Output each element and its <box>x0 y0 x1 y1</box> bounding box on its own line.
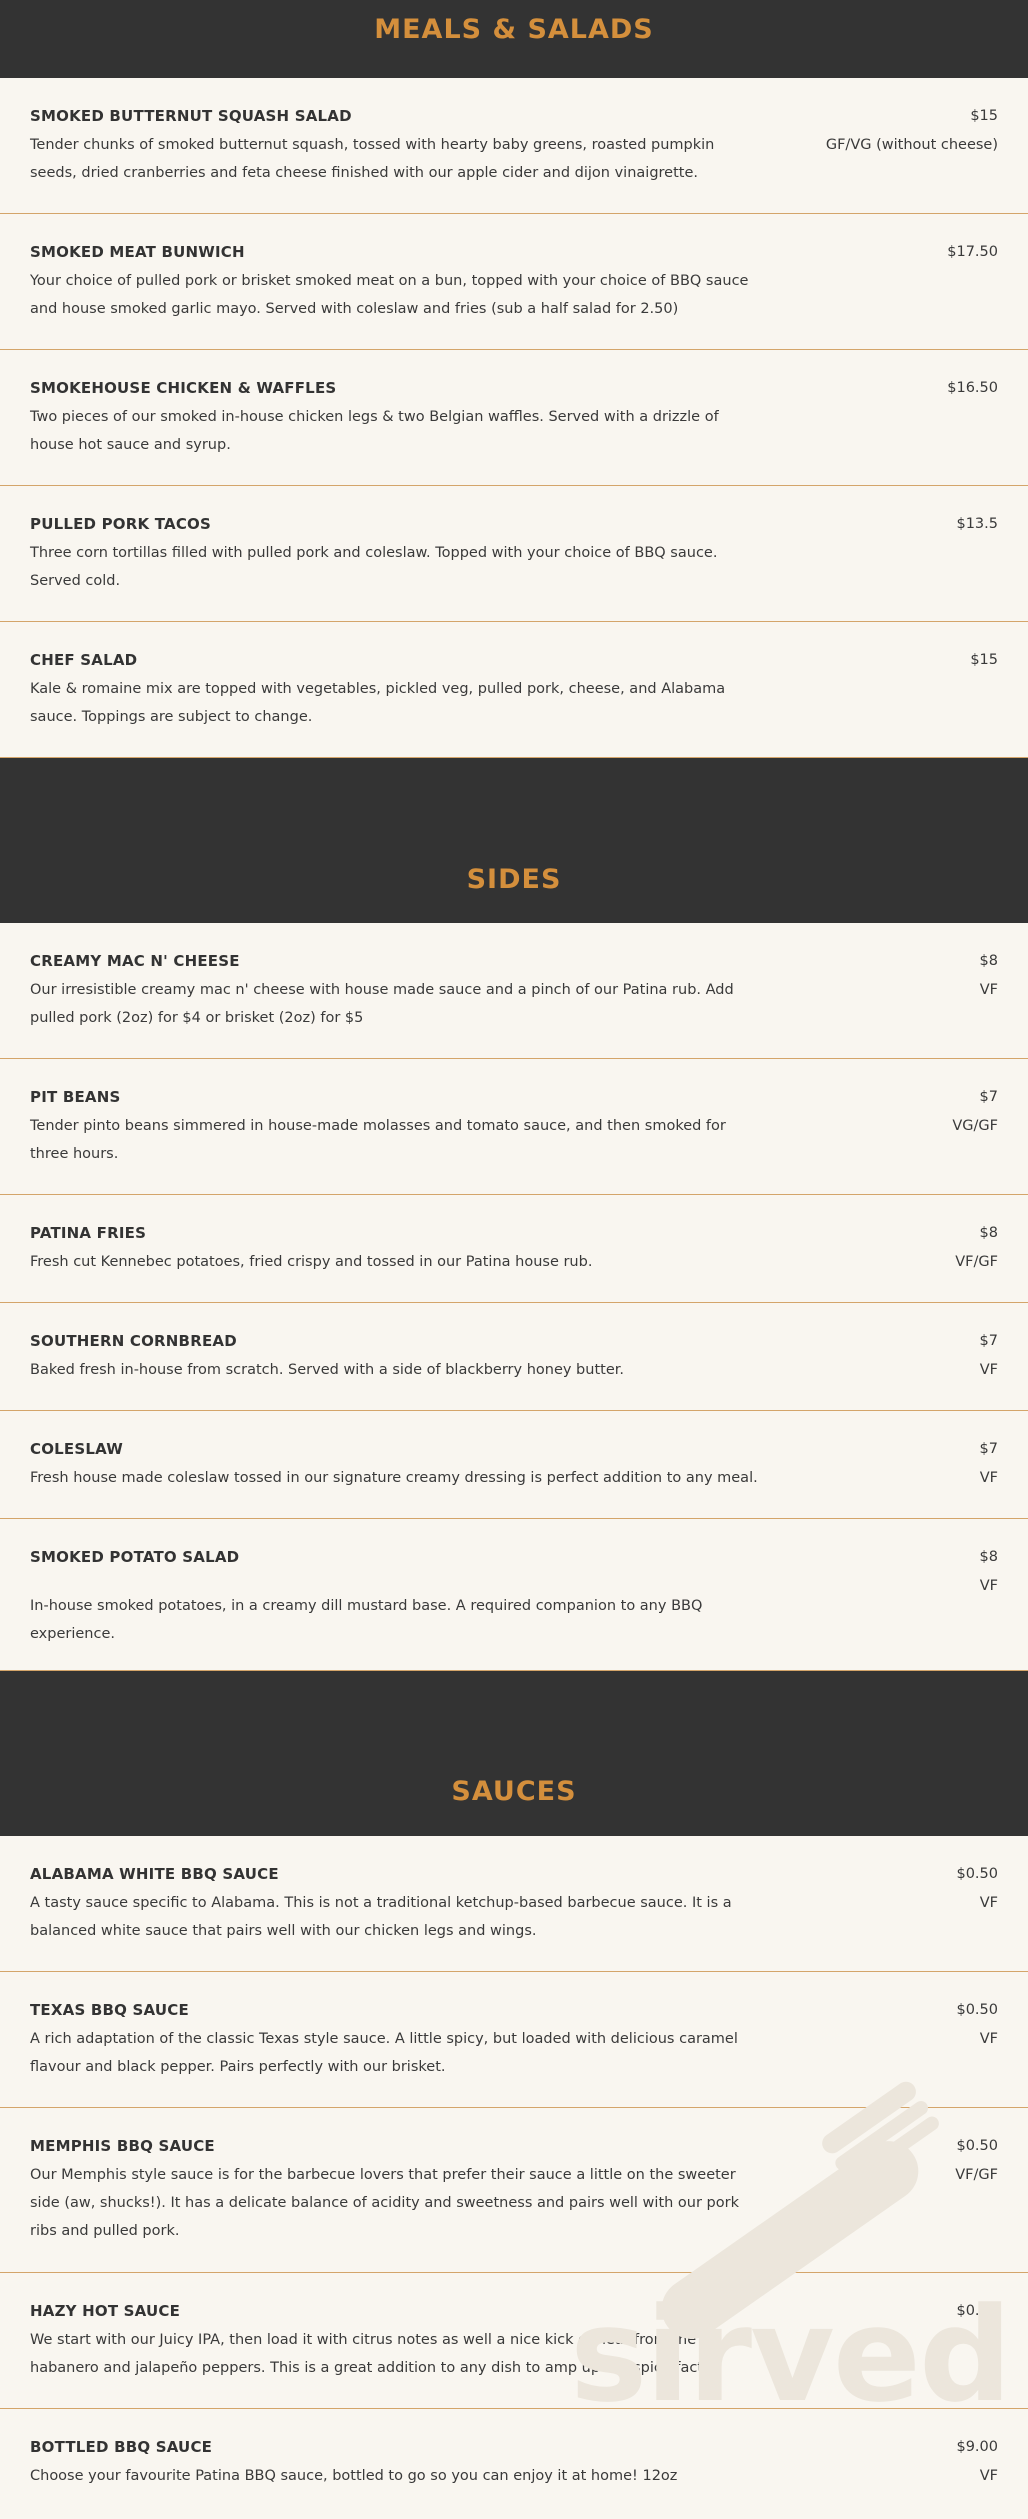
item-price: $17.50 <box>947 244 998 260</box>
item-name: PATINA FRIES <box>30 1224 147 1242</box>
menu-item: SMOKED BUTTERNUT SQUASH SALAD Tender chu… <box>0 78 1028 214</box>
item-name: TEXAS BBQ SAUCE <box>30 2001 189 2019</box>
menu-item: SMOKEHOUSE CHICKEN & WAFFLES Two pieces … <box>0 350 1028 486</box>
item-price-block: $15 <box>970 651 998 675</box>
item-diet-tag: VF <box>979 1362 998 1378</box>
item-price: $7 <box>979 1441 998 1457</box>
item-price: $15 <box>970 652 998 668</box>
item-price-block: $0.50 VF <box>956 2001 998 2053</box>
item-description: Tender chunks of smoked butternut squash… <box>30 137 715 181</box>
item-price: $15 <box>970 108 998 124</box>
item-name: PIT BEANS <box>30 1088 121 1106</box>
item-name: SOUTHERN CORNBREAD <box>30 1332 237 1350</box>
item-description: Kale & romaine mix are topped with veget… <box>30 681 726 725</box>
item-description: Two pieces of our smoked in-house chicke… <box>30 409 719 453</box>
menu-item: PIT BEANS Tender pinto beans simmered in… <box>0 1059 1028 1195</box>
item-price: $13.5 <box>956 516 998 532</box>
menu-item: PATINA FRIES Fresh cut Kennebec potatoes… <box>0 1195 1028 1303</box>
item-name: CHEF SALAD <box>30 651 138 669</box>
section-header-sauces: SAUCES <box>0 1671 1028 1836</box>
item-name: ALABAMA WHITE BBQ SAUCE <box>30 1865 279 1883</box>
item-diet-tag: VF <box>979 1470 998 1486</box>
item-name: COLESLAW <box>30 1440 124 1458</box>
item-price-block: $15 GF/VG (without cheese) <box>826 107 998 159</box>
menu-item: PULLED PORK TACOS Three corn tortillas f… <box>0 486 1028 622</box>
section-title: MEALS & SALADS <box>374 13 654 45</box>
item-description: Fresh cut Kennebec potatoes, fried crisp… <box>30 1254 593 1270</box>
item-name: BOTTLED BBQ SAUCE <box>30 2438 213 2456</box>
item-description: In-house smoked potatoes, in a creamy di… <box>30 1598 703 1642</box>
item-price-block: $9.00 VF <box>956 2438 998 2490</box>
menu-item: CREAMY MAC N' CHEESE Our irresistible cr… <box>0 923 1028 1059</box>
item-price: $0.50 <box>956 2002 998 2018</box>
menu-item: SOUTHERN CORNBREAD Baked fresh in-house … <box>0 1303 1028 1411</box>
watermark-text: sirved <box>570 2279 1012 2431</box>
item-price-block: $17.50 <box>947 243 998 267</box>
menu-item: ALABAMA WHITE BBQ SAUCE A tasty sauce sp… <box>0 1836 1028 1972</box>
item-name: SMOKED POTATO SALAD <box>30 1548 240 1566</box>
item-price: $9.00 <box>956 2439 998 2455</box>
item-price: $8 <box>979 953 998 969</box>
item-description: Choose your favourite Patina BBQ sauce, … <box>30 2468 678 2484</box>
item-price: $8 <box>979 1225 998 1241</box>
item-name: MEMPHIS BBQ SAUCE <box>30 2137 215 2155</box>
section-title: SAUCES <box>451 1775 577 1807</box>
item-diet-tag: GF/VG (without cheese) <box>825 137 998 153</box>
item-price-block: $13.5 <box>956 515 998 539</box>
section-header-meals: MEALS & SALADS <box>0 0 1028 78</box>
item-price-block: $0.50 VF/GF <box>955 2137 998 2189</box>
item-description: A tasty sauce specific to Alabama. This … <box>30 1895 732 1939</box>
item-description: A rich adaptation of the classic Texas s… <box>30 2031 738 2075</box>
item-diet-tag: VF <box>979 1578 998 1594</box>
section-title: SIDES <box>466 864 562 895</box>
item-name: PULLED PORK TACOS <box>30 515 211 533</box>
item-price: $7 <box>979 1089 998 1105</box>
item-description: Fresh house made coleslaw tossed in our … <box>30 1470 758 1486</box>
item-name: CREAMY MAC N' CHEESE <box>30 952 240 970</box>
item-description: Your choice of pulled pork or brisket sm… <box>30 273 749 317</box>
item-price-block: $0.50 VF <box>956 1865 998 1917</box>
item-price: $16.50 <box>947 380 998 396</box>
item-price: $0.50 <box>956 2138 998 2154</box>
menu-item: SMOKED MEAT BUNWICH Your choice of pulle… <box>0 214 1028 350</box>
item-price-block: $8 VF/GF <box>955 1224 998 1276</box>
item-price: $7 <box>979 1333 998 1349</box>
item-price-block: $16.50 <box>947 379 998 403</box>
item-diet-tag: VF <box>979 1895 998 1911</box>
item-description: Baked fresh in-house from scratch. Serve… <box>30 1362 624 1378</box>
item-price-block: $7 VG/GF <box>952 1088 998 1140</box>
menu-item: TEXAS BBQ SAUCE A rich adaptation of the… <box>0 1972 1028 2108</box>
item-diet-tag: VF/GF <box>955 1254 998 1270</box>
item-price-block: $7 VF <box>980 1440 998 1492</box>
menu-item: CHEF SALAD Kale & romaine mix are topped… <box>0 622 1028 758</box>
menu-item: COLESLAW Fresh house made coleslaw tosse… <box>0 1411 1028 1519</box>
item-description: Three corn tortillas filled with pulled … <box>30 545 718 589</box>
menu-item: MEMPHIS BBQ SAUCE Our Memphis style sauc… <box>0 2108 1028 2273</box>
item-diet-tag: VF <box>979 982 998 998</box>
menu-item: SMOKED POTATO SALAD In-house smoked pota… <box>0 1519 1028 1671</box>
item-diet-tag: VF/GF <box>955 2167 998 2183</box>
item-description: Our Memphis style sauce is for the barbe… <box>30 2167 739 2239</box>
item-diet-tag: VF <box>979 2468 998 2484</box>
item-name: SMOKED MEAT BUNWICH <box>30 243 245 261</box>
section-header-sides: SIDES <box>0 758 1028 923</box>
item-price-block: $8 VF <box>980 952 998 1004</box>
item-description: Tender pinto beans simmered in house-mad… <box>30 1118 726 1162</box>
item-diet-tag: VG/GF <box>952 1118 998 1134</box>
item-price: $0.50 <box>956 1866 998 1882</box>
item-price: $8 <box>979 1549 998 1565</box>
item-diet-tag: VF <box>979 2031 998 2047</box>
item-price-block: $7 VF <box>980 1332 998 1384</box>
item-name: SMOKEHOUSE CHICKEN & WAFFLES <box>30 379 337 397</box>
item-price-block: $8 VF <box>980 1548 998 1600</box>
item-description: Our irresistible creamy mac n' cheese wi… <box>30 982 734 1026</box>
